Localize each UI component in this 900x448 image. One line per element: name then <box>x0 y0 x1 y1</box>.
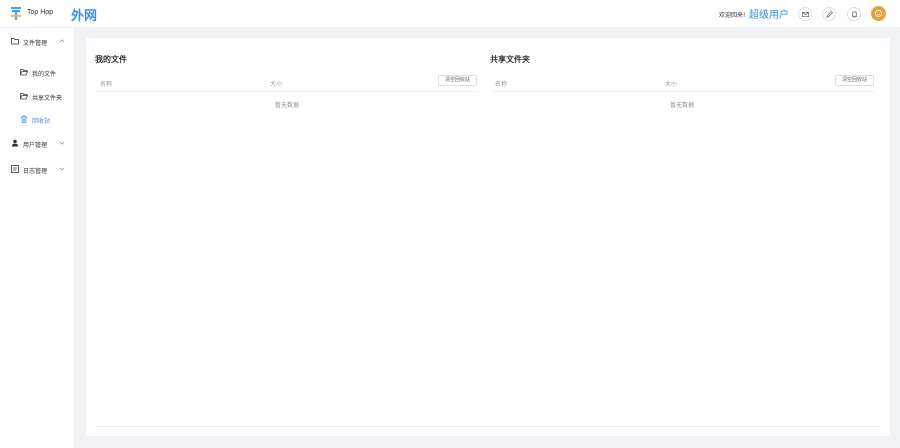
trash-icon <box>21 115 27 123</box>
logo-icon <box>11 7 21 20</box>
chevron-down-icon <box>59 167 65 171</box>
chevron-up-icon <box>59 39 65 43</box>
shared-folder-panel: 共享文件夹 名称 大小 清空回收站 暂无数据 <box>490 38 874 426</box>
username[interactable]: 超级用户 <box>749 6 789 21</box>
sidebar-item-label: 用户管理 <box>23 142 48 149</box>
bell-icon <box>851 11 858 18</box>
log-icon <box>11 165 19 173</box>
folder-open-icon <box>20 93 28 100</box>
mail-icon <box>802 11 809 18</box>
column-header-name: 名称 <box>495 81 508 88</box>
brand-name: Top Hop <box>27 9 54 16</box>
sidebar-item-label: 日志管理 <box>23 168 48 175</box>
notification-button[interactable] <box>847 7 861 21</box>
folder-icon <box>11 38 19 45</box>
empty-placeholder: 暂无数据 <box>669 102 694 109</box>
welcome-text: 欢迎回来! <box>719 12 746 19</box>
sidebar-item-label: 共享文件夹 <box>32 95 63 102</box>
table-header: 名称 大小 清空回收站 <box>490 74 874 92</box>
sidebar-item-file-management[interactable]: 文件管理 <box>11 34 71 48</box>
empty-recycle-bin-button[interactable]: 清空回收站 <box>835 75 874 86</box>
sidebar-item-label: 文件管理 <box>23 40 48 47</box>
mail-button[interactable] <box>798 7 812 21</box>
empty-placeholder: 暂无数据 <box>274 102 299 109</box>
table-header: 名称 大小 清空回收站 <box>95 74 479 92</box>
sidebar-item-user-management[interactable]: 用户管理 <box>11 136 71 150</box>
sidebar-item-recycle-bin[interactable]: 回收站 <box>20 112 72 126</box>
main-content: 我的文件 名称 大小 清空回收站 暂无数据 共享文件夹 名称 大小 清空回收站 … <box>86 38 890 436</box>
sidebar-item-my-files[interactable]: 我的文件 <box>20 65 72 79</box>
folder-open-icon <box>20 69 28 76</box>
panel-title: 共享文件夹 <box>490 55 530 64</box>
sidebar-item-shared-folder[interactable]: 共享文件夹 <box>20 89 72 103</box>
column-header-size: 大小 <box>665 81 678 88</box>
my-files-panel: 我的文件 名称 大小 清空回收站 暂无数据 <box>95 38 479 426</box>
column-header-name: 名称 <box>100 81 113 88</box>
sidebar-item-log-management[interactable]: 日志管理 <box>11 162 71 176</box>
sidebar-item-label: 我的文件 <box>32 71 57 78</box>
avatar-face-icon <box>874 9 883 18</box>
avatar[interactable] <box>871 6 886 21</box>
app-title: 外网 <box>71 9 98 24</box>
divider <box>95 426 881 427</box>
chevron-down-icon <box>59 141 65 145</box>
panel-title: 我的文件 <box>95 55 127 64</box>
column-header-size: 大小 <box>270 81 283 88</box>
top-header: Top Hop 外网 欢迎回来! 超级用户 <box>0 0 900 28</box>
sidebar: 文件管理 我的文件 共享文件夹 回收站 用户管理 日志管理 <box>0 28 75 448</box>
sidebar-item-label: 回收站 <box>32 118 51 125</box>
pen-icon <box>826 11 833 18</box>
empty-recycle-bin-button[interactable]: 清空回收站 <box>438 75 477 86</box>
edit-button[interactable] <box>822 7 836 21</box>
user-icon <box>11 139 19 147</box>
